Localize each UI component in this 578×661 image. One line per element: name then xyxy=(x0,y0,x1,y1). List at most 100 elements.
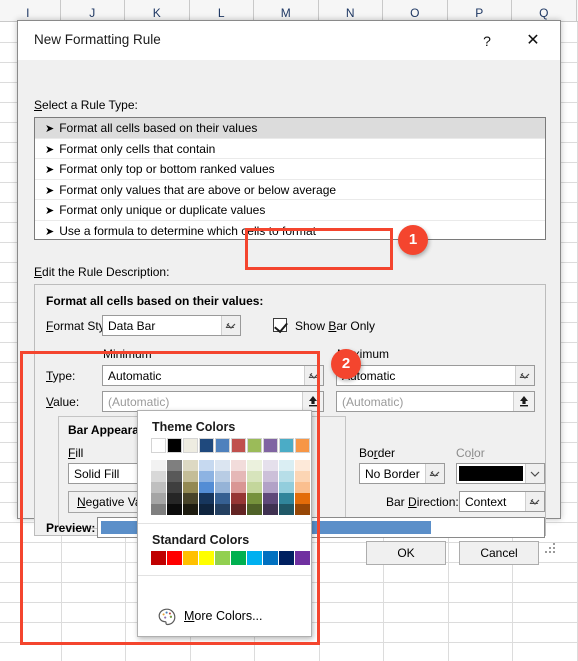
theme-shade-column-7[interactable] xyxy=(263,460,278,515)
theme-color-swatch-7[interactable] xyxy=(263,438,278,453)
theme-color-swatch-4[interactable] xyxy=(215,438,230,453)
theme-shade-swatch-7-4[interactable] xyxy=(263,504,278,515)
theme-shade-column-8[interactable] xyxy=(279,460,294,515)
theme-shade-swatch-7-2[interactable] xyxy=(263,482,278,493)
rule-type-item-4[interactable]: ➤ Format only unique or duplicate values xyxy=(35,200,545,221)
rule-type-item-1[interactable]: ➤ Format only cells that contain xyxy=(35,139,545,159)
standard-color-swatch-0[interactable] xyxy=(151,551,166,565)
theme-shade-swatch-4-3[interactable] xyxy=(215,493,230,504)
theme-shade-swatch-3-2[interactable] xyxy=(199,482,214,493)
theme-shade-swatch-7-0[interactable] xyxy=(263,460,278,471)
theme-shade-swatch-4-1[interactable] xyxy=(215,471,230,482)
theme-shade-swatch-2-3[interactable] xyxy=(183,493,198,504)
maximum-value-input[interactable]: (Automatic) xyxy=(336,391,535,412)
theme-shade-swatch-1-4[interactable] xyxy=(167,504,182,515)
column-header-K[interactable]: K xyxy=(125,0,190,22)
theme-shade-swatch-3-4[interactable] xyxy=(199,504,214,515)
theme-shade-swatch-6-1[interactable] xyxy=(247,471,262,482)
theme-shade-swatch-5-3[interactable] xyxy=(231,493,246,504)
theme-shade-swatch-0-4[interactable] xyxy=(151,504,166,515)
chevron-down-icon[interactable] xyxy=(525,492,544,511)
help-icon[interactable]: ? xyxy=(474,29,500,53)
theme-color-swatch-8[interactable] xyxy=(279,438,294,453)
theme-color-swatch-9[interactable] xyxy=(295,438,310,453)
ok-button[interactable]: OK xyxy=(366,541,446,565)
theme-shade-swatch-0-3[interactable] xyxy=(151,493,166,504)
theme-color-swatch-0[interactable] xyxy=(151,438,166,453)
theme-shade-swatch-0-2[interactable] xyxy=(151,482,166,493)
standard-color-swatch-1[interactable] xyxy=(167,551,182,565)
chevron-down-icon[interactable] xyxy=(515,366,534,385)
theme-shade-swatch-6-4[interactable] xyxy=(247,504,262,515)
theme-shade-swatch-1-0[interactable] xyxy=(167,460,182,471)
theme-shade-column-1[interactable] xyxy=(167,460,182,515)
minimum-type-combo[interactable]: Automatic xyxy=(102,365,324,386)
column-header-N[interactable]: N xyxy=(319,0,383,22)
collapse-dialog-icon[interactable] xyxy=(302,392,323,411)
standard-color-swatch-9[interactable] xyxy=(295,551,310,565)
theme-color-swatch-5[interactable] xyxy=(231,438,246,453)
theme-color-swatch-6[interactable] xyxy=(247,438,262,453)
theme-shade-swatch-3-0[interactable] xyxy=(199,460,214,471)
more-colors-item[interactable]: More Colors... xyxy=(138,598,311,636)
rule-type-item-3[interactable]: ➤ Format only values that are above or be… xyxy=(35,180,545,200)
theme-shade-swatch-8-3[interactable] xyxy=(279,493,294,504)
theme-shade-swatch-9-1[interactable] xyxy=(295,471,310,482)
bar-direction-combo[interactable]: Context xyxy=(459,491,545,512)
theme-shade-column-0[interactable] xyxy=(151,460,166,515)
format-style-combo[interactable]: Data Bar xyxy=(102,315,241,336)
theme-colors-shade-grid[interactable] xyxy=(138,453,311,515)
column-header-Q[interactable]: Q xyxy=(512,0,577,22)
chevron-down-icon[interactable] xyxy=(304,366,323,385)
theme-shade-swatch-7-3[interactable] xyxy=(263,493,278,504)
theme-shade-swatch-3-1[interactable] xyxy=(199,471,214,482)
column-header-O[interactable]: O xyxy=(383,0,448,22)
collapse-dialog-icon[interactable] xyxy=(513,392,534,411)
theme-shade-swatch-2-1[interactable] xyxy=(183,471,198,482)
theme-shade-column-4[interactable] xyxy=(215,460,230,515)
standard-colors-row[interactable] xyxy=(138,551,311,565)
close-icon[interactable]: ✕ xyxy=(516,29,550,53)
theme-shade-swatch-2-0[interactable] xyxy=(183,460,198,471)
theme-color-swatch-2[interactable] xyxy=(183,438,198,453)
standard-color-swatch-6[interactable] xyxy=(247,551,262,565)
theme-shade-swatch-5-2[interactable] xyxy=(231,482,246,493)
theme-shade-swatch-5-4[interactable] xyxy=(231,504,246,515)
column-header-M[interactable]: M xyxy=(254,0,319,22)
standard-color-swatch-2[interactable] xyxy=(183,551,198,565)
theme-shade-swatch-9-0[interactable] xyxy=(295,460,310,471)
column-header-I[interactable]: I xyxy=(0,0,61,22)
theme-shade-column-3[interactable] xyxy=(199,460,214,515)
theme-shade-swatch-4-2[interactable] xyxy=(215,482,230,493)
theme-shade-swatch-2-2[interactable] xyxy=(183,482,198,493)
color-picker-popup[interactable]: Theme Colors Standard Colors More Colors… xyxy=(137,410,312,637)
theme-shade-column-2[interactable] xyxy=(183,460,198,515)
border-color-button[interactable] xyxy=(456,463,545,484)
chevron-down-icon[interactable] xyxy=(221,316,240,335)
theme-shade-swatch-8-1[interactable] xyxy=(279,471,294,482)
theme-color-swatch-3[interactable] xyxy=(199,438,214,453)
chevron-down-icon[interactable] xyxy=(425,464,444,483)
theme-shade-column-6[interactable] xyxy=(247,460,262,515)
theme-colors-top-row[interactable] xyxy=(138,438,311,453)
chevron-down-icon[interactable] xyxy=(525,464,544,483)
theme-shade-swatch-1-3[interactable] xyxy=(167,493,182,504)
minimum-value-input[interactable]: (Automatic) xyxy=(102,391,324,412)
standard-color-swatch-8[interactable] xyxy=(279,551,294,565)
theme-shade-swatch-9-3[interactable] xyxy=(295,493,310,504)
column-header-L[interactable]: L xyxy=(190,0,254,22)
column-header-P[interactable]: P xyxy=(448,0,512,22)
standard-color-swatch-5[interactable] xyxy=(231,551,246,565)
theme-shade-swatch-2-4[interactable] xyxy=(183,504,198,515)
rule-type-item-5[interactable]: ➤ Use a formula to determine which cells … xyxy=(35,221,545,240)
standard-color-swatch-7[interactable] xyxy=(263,551,278,565)
cancel-button[interactable]: Cancel xyxy=(459,541,539,565)
theme-shade-swatch-0-1[interactable] xyxy=(151,471,166,482)
theme-shade-swatch-7-1[interactable] xyxy=(263,471,278,482)
theme-shade-swatch-5-1[interactable] xyxy=(231,471,246,482)
theme-shade-swatch-1-1[interactable] xyxy=(167,471,182,482)
theme-shade-swatch-5-0[interactable] xyxy=(231,460,246,471)
standard-color-swatch-4[interactable] xyxy=(215,551,230,565)
theme-shade-swatch-1-2[interactable] xyxy=(167,482,182,493)
theme-color-swatch-1[interactable] xyxy=(167,438,182,453)
